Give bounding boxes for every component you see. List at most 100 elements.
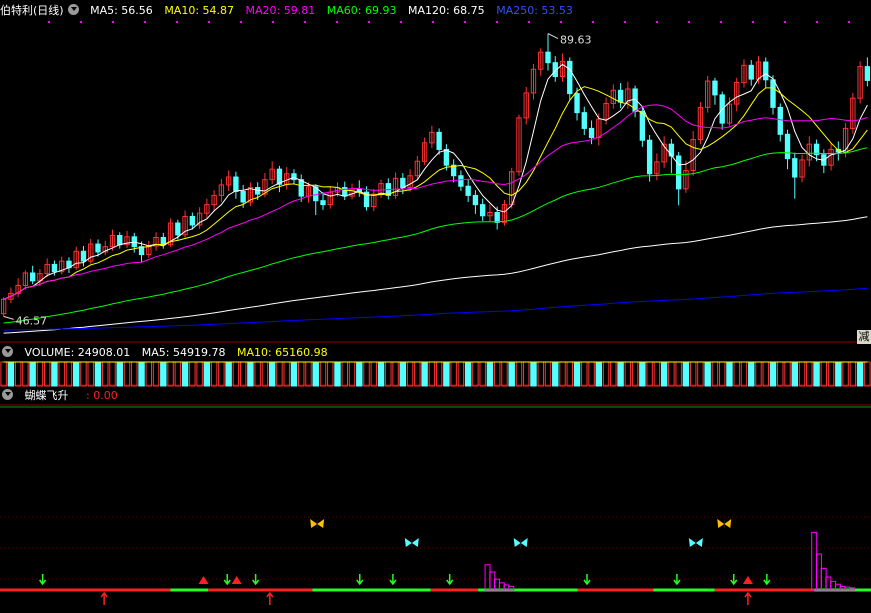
volume-bar [406, 361, 414, 387]
legend-ma60: MA60: 69.93 [326, 4, 397, 17]
volume-bar [450, 361, 457, 387]
signal-strip-segment [653, 588, 715, 592]
volume-bar [559, 361, 566, 387]
top-marker [624, 21, 626, 23]
price-pane[interactable] [0, 33, 871, 317]
top-marker [752, 21, 754, 23]
candle-body [567, 60, 573, 95]
volume-bar [131, 361, 138, 387]
top-marker [816, 21, 818, 23]
volume-bar [639, 361, 646, 387]
volume-bar [399, 361, 407, 387]
volume-bar [51, 361, 58, 387]
volume-bar [646, 361, 653, 387]
buy-arrow-icon [266, 591, 274, 605]
volume-bar [152, 361, 160, 387]
volume-bar [414, 361, 421, 387]
ma5-line [3, 63, 868, 300]
volume-bar [493, 361, 501, 387]
volume-bar [145, 361, 153, 387]
volume-bar [486, 361, 494, 387]
volume-bar [726, 361, 733, 387]
top-marker [496, 21, 498, 23]
volume-bar [80, 361, 87, 387]
chart-canvas[interactable]: 89.63 46.57 [0, 0, 871, 613]
candle-body [51, 263, 58, 273]
volume-bar [225, 361, 232, 387]
volume-bar [689, 361, 697, 387]
candle-body [574, 93, 580, 114]
indicator-pane[interactable] [0, 519, 871, 605]
volume-bar [138, 361, 145, 387]
top-marker [368, 21, 370, 23]
top-marker [592, 21, 594, 23]
volume-bar [167, 361, 174, 387]
volume-bar [290, 361, 298, 387]
candle-body [95, 243, 101, 253]
volume-bar [660, 361, 668, 387]
volume-bar [682, 361, 690, 387]
volume-bar [530, 361, 537, 387]
volume-bar [813, 361, 820, 387]
candle-body [792, 158, 798, 178]
volume-bar [181, 361, 189, 387]
volume-bar [617, 361, 624, 387]
stock-title: 伯特利(日线) [0, 4, 64, 17]
volume-menu-circle-icon[interactable] [2, 346, 13, 357]
top-marker [720, 21, 722, 23]
candle-body [581, 112, 587, 129]
top-marker [688, 21, 690, 23]
top-marker [272, 21, 274, 23]
candle-body [784, 133, 791, 160]
signal-strip-segment [714, 588, 815, 592]
candle-body [675, 155, 682, 190]
volume-bar [261, 361, 269, 387]
signal-triangle-icon [742, 576, 753, 584]
volume-bar [631, 361, 639, 387]
top-marker [240, 21, 242, 23]
volume-bar [443, 361, 450, 387]
volume-bar [697, 361, 704, 387]
volume-bar [276, 361, 283, 387]
price-annotations: 89.63 46.57 [3, 33, 592, 327]
legend-volume: VOLUME: 24908.01 [24, 346, 131, 359]
volume-bar [363, 361, 370, 387]
volume-bar [762, 361, 769, 387]
volume-bar [247, 361, 254, 387]
sell-arrow-icon [252, 574, 260, 586]
candle-body [617, 89, 624, 103]
volume-bar [72, 361, 80, 387]
volume-bar [581, 361, 588, 387]
volume-bar [109, 361, 116, 387]
volume-bar [196, 361, 203, 387]
menu-circle-icon[interactable] [67, 4, 79, 15]
indicator-name: 蝴蝶飞升 [24, 389, 69, 402]
top-marker [80, 21, 82, 23]
top-marker [848, 21, 850, 23]
candle-body [233, 176, 239, 192]
volume-bar [588, 361, 595, 387]
candle-body [712, 80, 718, 96]
indicator-menu-circle-icon[interactable] [2, 389, 13, 400]
indicator-value: : 0.00 [86, 389, 118, 402]
candle-body [494, 212, 500, 223]
low-label: 46.57 [16, 314, 48, 327]
legend-ma10: MA10: 54.87 [164, 4, 235, 17]
volume-bar [377, 361, 385, 387]
top-marker [304, 21, 306, 23]
volume-bar [472, 361, 479, 387]
volume-bar [203, 361, 211, 387]
volume-bar [827, 361, 835, 387]
side-badge[interactable]: 减 [857, 330, 871, 344]
volume-bar [7, 361, 15, 387]
volume-bar [297, 361, 305, 387]
volume-bar [501, 361, 508, 387]
volume-bar [508, 361, 515, 387]
volume-bar [435, 361, 443, 387]
top-marker [336, 21, 338, 23]
volume-bar [14, 361, 22, 387]
volume-pane[interactable] [0, 361, 871, 387]
volume-bar [22, 361, 29, 387]
indicator-legend: 蝴蝶飞升 : 0.00 [0, 388, 126, 404]
legend-ma20: MA20: 59.81 [245, 4, 316, 17]
